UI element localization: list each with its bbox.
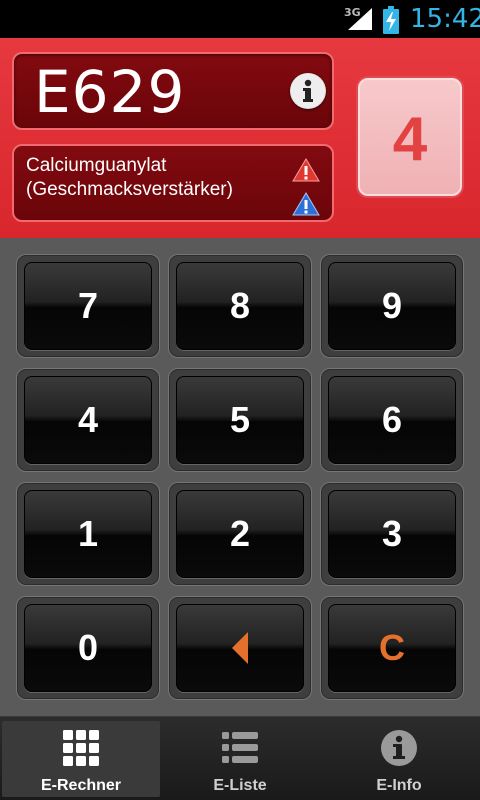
signal-icon	[348, 8, 372, 30]
tab-e-info-label: E-Info	[376, 777, 422, 794]
battery-charging-icon	[383, 6, 399, 34]
additive-description: Calciumguanylat (Geschmacksverstärker)	[12, 144, 334, 222]
e-number-value: E629	[34, 58, 186, 126]
key-9-label: 9	[328, 262, 456, 350]
key-2[interactable]: 2	[168, 482, 312, 586]
key-6[interactable]: 6	[320, 368, 464, 472]
rating-box: 4	[358, 78, 462, 196]
keypad: 7 8 9 4 5 6 1 2 3 0 C	[0, 238, 480, 716]
tab-e-liste[interactable]: E-Liste	[161, 721, 319, 797]
clear-key-label: C	[328, 604, 456, 692]
key-1-label: 1	[24, 490, 152, 578]
info-icon	[381, 730, 417, 766]
key-4[interactable]: 4	[16, 368, 160, 472]
clear-button[interactable]: C	[320, 596, 464, 700]
warning-red-icon[interactable]	[292, 158, 320, 182]
tab-e-info[interactable]: E-Info	[320, 721, 478, 797]
additive-name-line2: (Geschmacksverstärker)	[26, 179, 233, 200]
tab-e-rechner-label: E-Rechner	[40, 777, 122, 794]
key-5[interactable]: 5	[168, 368, 312, 472]
key-0-label: 0	[24, 604, 152, 692]
key-0[interactable]: 0	[16, 596, 160, 700]
e-number-display: E629	[12, 52, 334, 130]
key-3[interactable]: 3	[320, 482, 464, 586]
grid-icon	[63, 730, 99, 766]
info-icon[interactable]	[290, 73, 326, 109]
clock: 15:42	[410, 4, 480, 34]
backspace-key-face	[176, 604, 304, 692]
tab-e-rechner[interactable]: E-Rechner	[2, 721, 160, 797]
key-4-label: 4	[24, 376, 152, 464]
key-8[interactable]: 8	[168, 254, 312, 358]
backspace-button[interactable]	[168, 596, 312, 700]
warning-blue-icon[interactable]	[292, 192, 320, 216]
additive-name-line1: Calciumguanylat	[26, 155, 167, 176]
rating-value: 4	[392, 105, 428, 174]
key-1[interactable]: 1	[16, 482, 160, 586]
key-9[interactable]: 9	[320, 254, 464, 358]
list-icon	[222, 732, 258, 763]
backspace-arrow-icon	[232, 632, 248, 664]
key-7[interactable]: 7	[16, 254, 160, 358]
key-8-label: 8	[176, 262, 304, 350]
key-6-label: 6	[328, 376, 456, 464]
tab-e-liste-label: E-Liste	[213, 777, 267, 794]
key-2-label: 2	[176, 490, 304, 578]
status-bar: 3G 15:42	[0, 0, 480, 38]
key-5-label: 5	[176, 376, 304, 464]
key-7-label: 7	[24, 262, 152, 350]
additive-name: Calciumguanylat (Geschmacksverstärker)	[26, 154, 233, 202]
key-3-label: 3	[328, 490, 456, 578]
bottom-navigation: E-Rechner E-Liste E-Info	[0, 716, 480, 800]
